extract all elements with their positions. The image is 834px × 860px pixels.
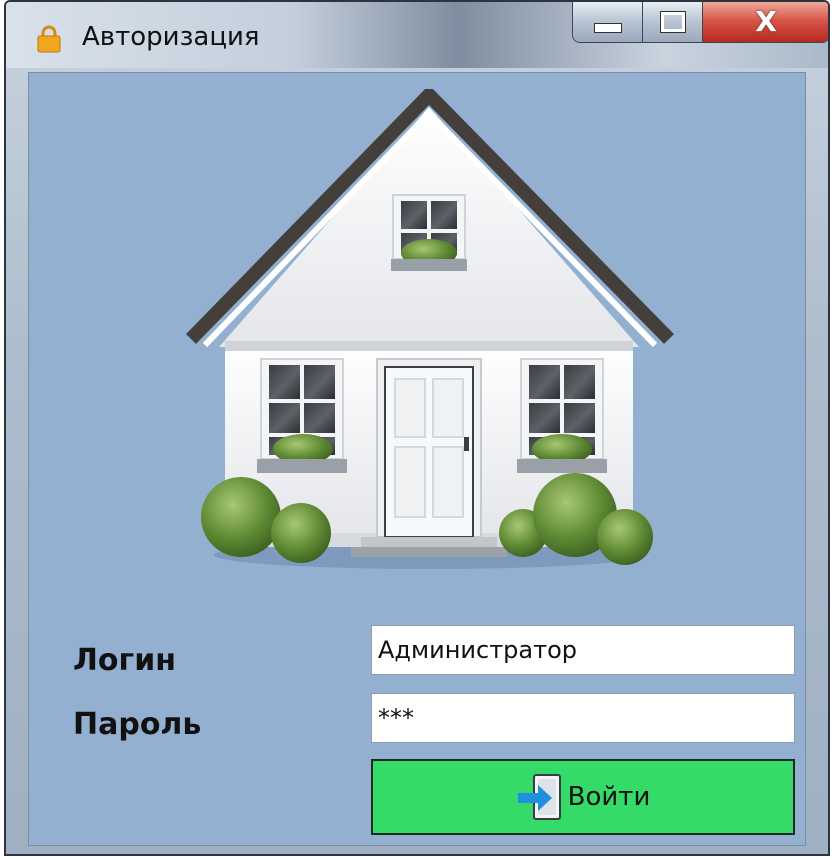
login-button-label: Войти bbox=[567, 782, 651, 812]
password-label: Пароль bbox=[73, 707, 202, 742]
close-icon: X bbox=[755, 5, 777, 38]
window-title: Авторизация bbox=[82, 22, 260, 52]
title-bar[interactable]: Авторизация X bbox=[6, 2, 828, 68]
login-button[interactable]: Войти bbox=[371, 759, 795, 835]
house-icon bbox=[185, 89, 674, 569]
minimize-icon bbox=[593, 23, 622, 33]
lock-icon bbox=[37, 25, 61, 53]
window-controls: X bbox=[572, 2, 828, 43]
password-field[interactable] bbox=[371, 693, 795, 743]
login-field[interactable] bbox=[371, 625, 795, 675]
door-enter-icon bbox=[517, 774, 561, 820]
close-button[interactable]: X bbox=[703, 2, 828, 42]
client-area: Логин Пароль Войти bbox=[28, 72, 806, 846]
auth-window: Авторизация X Логин Пароль Администратор… bbox=[4, 0, 830, 856]
login-label: Логин bbox=[73, 643, 176, 678]
minimize-button[interactable] bbox=[573, 2, 643, 42]
maximize-icon bbox=[659, 11, 686, 33]
maximize-button[interactable] bbox=[643, 2, 703, 42]
